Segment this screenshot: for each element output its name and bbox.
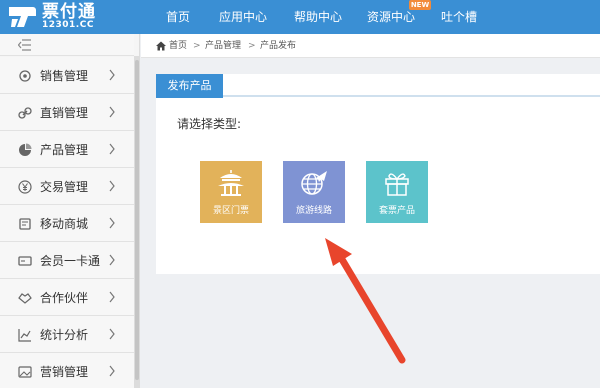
tile-label: 旅游线路	[295, 206, 332, 216]
chevron-right-icon	[109, 365, 115, 377]
breadcrumb-home[interactable]: 首页	[169, 39, 187, 53]
breadcrumb-separator: >	[248, 41, 256, 51]
sidebar-scrollbar[interactable]	[134, 56, 140, 388]
chevron-right-icon	[109, 291, 115, 303]
collapse-menu-icon	[18, 39, 31, 51]
settings-icon	[19, 70, 31, 82]
nav-home[interactable]: 首页	[160, 0, 196, 34]
globe-plane-icon	[301, 171, 327, 195]
breadcrumb-current: 产品发布	[260, 41, 297, 51]
sidebar-item-sales[interactable]: 销售管理	[0, 57, 134, 94]
type-prompt: 请选择类型:	[177, 117, 242, 131]
nav-feedback[interactable]: 吐个槽	[438, 0, 480, 34]
tab-underline	[223, 95, 600, 97]
link-icon	[18, 107, 32, 119]
sidebar-item-label: 交易管理	[40, 180, 89, 194]
tile-travel-routes[interactable]: 旅游线路	[283, 161, 345, 223]
tile-label: 套票产品	[378, 206, 415, 216]
sidebar-collapse-button[interactable]	[0, 34, 134, 56]
chevron-right-icon	[109, 106, 115, 118]
sidebar-item-statistics[interactable]: 统计分析	[0, 316, 134, 353]
sidebar-item-label: 会员一卡通	[40, 254, 101, 268]
nav-app-center[interactable]: 应用中心	[218, 0, 268, 34]
breadcrumb: 首页 > 产品管理 > 产品发布	[141, 34, 600, 58]
scrollbar-thumb[interactable]	[135, 60, 139, 380]
nav-help-center[interactable]: 帮助中心	[293, 0, 343, 34]
chevron-right-icon	[109, 180, 115, 192]
pavilion-icon	[218, 170, 244, 196]
mobile-icon	[19, 218, 31, 230]
chevron-right-icon	[109, 254, 115, 266]
sidebar-item-label: 销售管理	[40, 69, 89, 83]
sidebar-item-label: 直销管理	[40, 106, 89, 120]
sidebar-item-label: 移动商城	[40, 217, 89, 231]
sidebar-item-transactions[interactable]: 交易管理	[0, 168, 134, 205]
sidebar-item-mobile-mall[interactable]: 移动商城	[0, 205, 134, 242]
breadcrumb-product-management[interactable]: 产品管理	[205, 39, 241, 53]
sidebar-item-label: 统计分析	[40, 328, 89, 342]
chevron-right-icon	[109, 143, 115, 155]
home-icon	[156, 41, 166, 51]
breadcrumb-separator: >	[193, 41, 201, 51]
sidebar-item-label: 营销管理	[40, 365, 89, 379]
sidebar-item-products[interactable]: 产品管理	[0, 131, 134, 168]
chevron-right-icon	[109, 217, 115, 229]
yen-coin-icon	[18, 180, 32, 194]
line-chart-icon	[18, 329, 31, 342]
brand-name: 票付通	[42, 2, 96, 22]
tile-label: 景区门票	[212, 206, 249, 216]
sidebar-item-membership-card[interactable]: 会员一卡通	[0, 242, 134, 279]
handshake-icon	[18, 293, 32, 304]
top-navigation-bar: 票付通 12301.CC 首页 应用中心 帮助中心 资源中心 NEW 吐个槽	[0, 0, 600, 34]
new-badge: NEW	[409, 0, 431, 10]
tab-publish-product[interactable]: 发布产品	[156, 74, 223, 98]
sidebar: 销售管理 直销管理 产品管理 交易管理 移动商城 会员一卡通 合作伙伴 统计分析	[0, 34, 140, 388]
sidebar-item-marketing[interactable]: 营销管理	[0, 353, 134, 388]
tile-scenic-tickets[interactable]: 景区门票	[200, 161, 262, 223]
sidebar-item-partners[interactable]: 合作伙伴	[0, 279, 134, 316]
brand-domain: 12301.CC	[42, 20, 94, 30]
chevron-right-icon	[109, 69, 115, 81]
gift-icon	[385, 173, 409, 196]
pie-chart-icon	[19, 143, 32, 156]
chevron-right-icon	[109, 328, 115, 340]
brand-logo[interactable]: 票付通 12301.CC	[6, 4, 134, 32]
logo-mark-icon	[9, 7, 36, 27]
sidebar-item-label: 合作伙伴	[40, 291, 89, 305]
tile-package-products[interactable]: 套票产品	[366, 161, 428, 223]
sidebar-item-direct-sales[interactable]: 直销管理	[0, 94, 134, 131]
card-icon	[18, 256, 32, 266]
image-icon	[18, 366, 32, 378]
publish-product-panel: 发布产品 请选择类型: 景区门票 旅游线路 套票产品	[156, 74, 600, 274]
sidebar-item-label: 产品管理	[40, 143, 89, 157]
